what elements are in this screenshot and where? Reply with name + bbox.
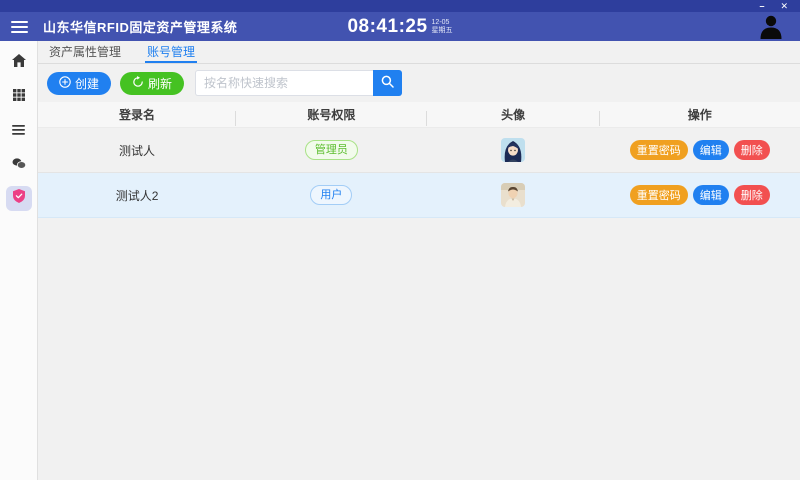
- sidebar-item-coins[interactable]: [6, 152, 32, 177]
- shield-icon: [12, 189, 25, 208]
- refresh-icon: [132, 75, 144, 91]
- delete-button[interactable]: 删除: [733, 185, 770, 205]
- login-name-cell: 测试人: [119, 143, 156, 158]
- sidebar-item-accounts[interactable]: [5, 186, 32, 211]
- sidebar: [0, 41, 38, 480]
- search-input[interactable]: [195, 70, 374, 96]
- app-bar: 山东华信RFID固定资产管理系统 08:41:25 12-05 星期五: [0, 12, 800, 41]
- app-title: 山东华信RFID固定资产管理系统: [43, 20, 238, 35]
- tab-bar: 资产属性管理 账号管理: [38, 41, 800, 64]
- column-header-role: 账号权限: [236, 106, 427, 126]
- user-avatar-icon[interactable]: [758, 13, 784, 44]
- search-group: [195, 70, 403, 96]
- search-button[interactable]: [373, 70, 403, 96]
- portrait-avatar: [501, 183, 526, 207]
- sidebar-item-home[interactable]: [6, 50, 32, 75]
- role-cell: 管理员: [236, 140, 427, 160]
- home-icon: [11, 53, 26, 72]
- column-header-actions: 操作: [687, 108, 712, 122]
- edit-button[interactable]: 编辑: [692, 140, 729, 160]
- clock-time: 08:41:25: [347, 15, 428, 37]
- role-badge: 用户: [310, 185, 353, 205]
- role-badge: 管理员: [304, 140, 358, 160]
- hamburger-menu-icon[interactable]: [11, 20, 28, 33]
- login-name-cell: 测试人2: [115, 188, 159, 203]
- sidebar-item-apps[interactable]: [6, 84, 32, 109]
- main-content: 资产属性管理 账号管理 创建 刷新 按名称快速搜索 登录名 账号权限 头像 操作…: [38, 41, 800, 480]
- actions-cell: 重置密码 编辑 删除: [600, 140, 800, 160]
- close-icon[interactable]: ✕: [780, 2, 788, 11]
- refresh-button-label: 刷新: [148, 76, 173, 91]
- tab-account-management[interactable]: 账号管理: [145, 41, 198, 63]
- column-header-login: 登录名: [38, 106, 237, 126]
- sidebar-item-list[interactable]: [6, 118, 32, 143]
- table-row[interactable]: 测试人 管理员 重置密码 编辑 删除: [38, 128, 800, 173]
- accounts-table: 登录名 账号权限 头像 操作 测试人 管理员 重置密码 编辑 删除 测试人2 用…: [38, 102, 800, 218]
- edit-button[interactable]: 编辑: [692, 185, 729, 205]
- clock-date: 12-05: [431, 18, 450, 26]
- delete-button[interactable]: 删除: [733, 140, 770, 160]
- minimize-icon[interactable]: –: [759, 2, 764, 11]
- search-icon: [381, 75, 394, 91]
- create-button[interactable]: 创建: [47, 71, 112, 95]
- create-button-label: 创建: [75, 76, 100, 91]
- clock-date-block: 12-05 星期五: [432, 19, 453, 35]
- avatar-cell: [427, 138, 600, 162]
- toolbar: 创建 刷新: [38, 64, 800, 102]
- clock-weekday: 星期五: [431, 26, 453, 34]
- avatar-cell: [427, 183, 600, 207]
- window-titlebar: – ✕: [0, 0, 800, 12]
- coins-icon: [12, 156, 26, 174]
- list-icon: [12, 122, 25, 140]
- clock: 08:41:25 12-05 星期五: [347, 16, 452, 38]
- reset-password-button[interactable]: 重置密码: [629, 140, 688, 160]
- table-row[interactable]: 测试人2 用户 重置密码 编辑 删除: [38, 173, 800, 218]
- tab-asset-attribute-management[interactable]: 资产属性管理: [47, 41, 123, 63]
- apps-grid-icon: [12, 88, 25, 106]
- blue-haired-girl-avatar: [501, 138, 526, 162]
- column-header-avatar: 头像: [427, 106, 600, 126]
- reset-password-button[interactable]: 重置密码: [629, 185, 688, 205]
- actions-cell: 重置密码 编辑 删除: [600, 185, 800, 205]
- table-header: 登录名 账号权限 头像 操作: [38, 102, 800, 128]
- refresh-button[interactable]: 刷新: [120, 71, 185, 95]
- circle-plus-icon: [59, 75, 71, 91]
- role-cell: 用户: [236, 185, 427, 205]
